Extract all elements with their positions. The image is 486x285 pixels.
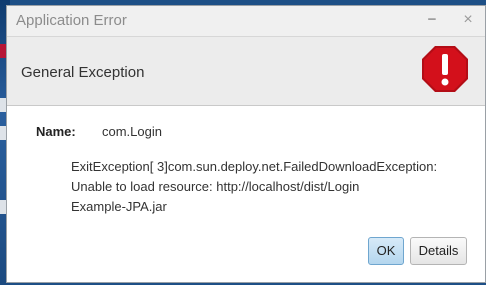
window-title: Application Error bbox=[16, 12, 127, 29]
error-dialog: Application Error − × General Exception … bbox=[6, 5, 486, 283]
close-icon[interactable]: × bbox=[459, 11, 477, 29]
name-value: com.Login bbox=[102, 124, 162, 139]
title-bar[interactable]: Application Error − × bbox=[7, 6, 485, 37]
dialog-body: Name: com.Login ExitException[ 3]com.sun… bbox=[7, 106, 485, 282]
ok-button[interactable]: OK bbox=[368, 237, 404, 265]
header-title: General Exception bbox=[21, 64, 145, 81]
message-line: ExitException[ 3]com.sun.deploy.net.Fail… bbox=[71, 159, 438, 174]
message-line: Example-JPA.jar bbox=[71, 199, 167, 214]
message-line: Unable to load resource: http://localhos… bbox=[71, 179, 360, 194]
minimize-icon[interactable]: − bbox=[423, 11, 441, 29]
name-label: Name: bbox=[36, 124, 76, 139]
error-stop-sign-icon bbox=[422, 46, 468, 92]
details-button[interactable]: Details bbox=[410, 237, 467, 265]
dialog-header: General Exception bbox=[7, 37, 485, 106]
exception-message: ExitException[ 3]com.sun.deploy.net.Fail… bbox=[71, 157, 471, 217]
